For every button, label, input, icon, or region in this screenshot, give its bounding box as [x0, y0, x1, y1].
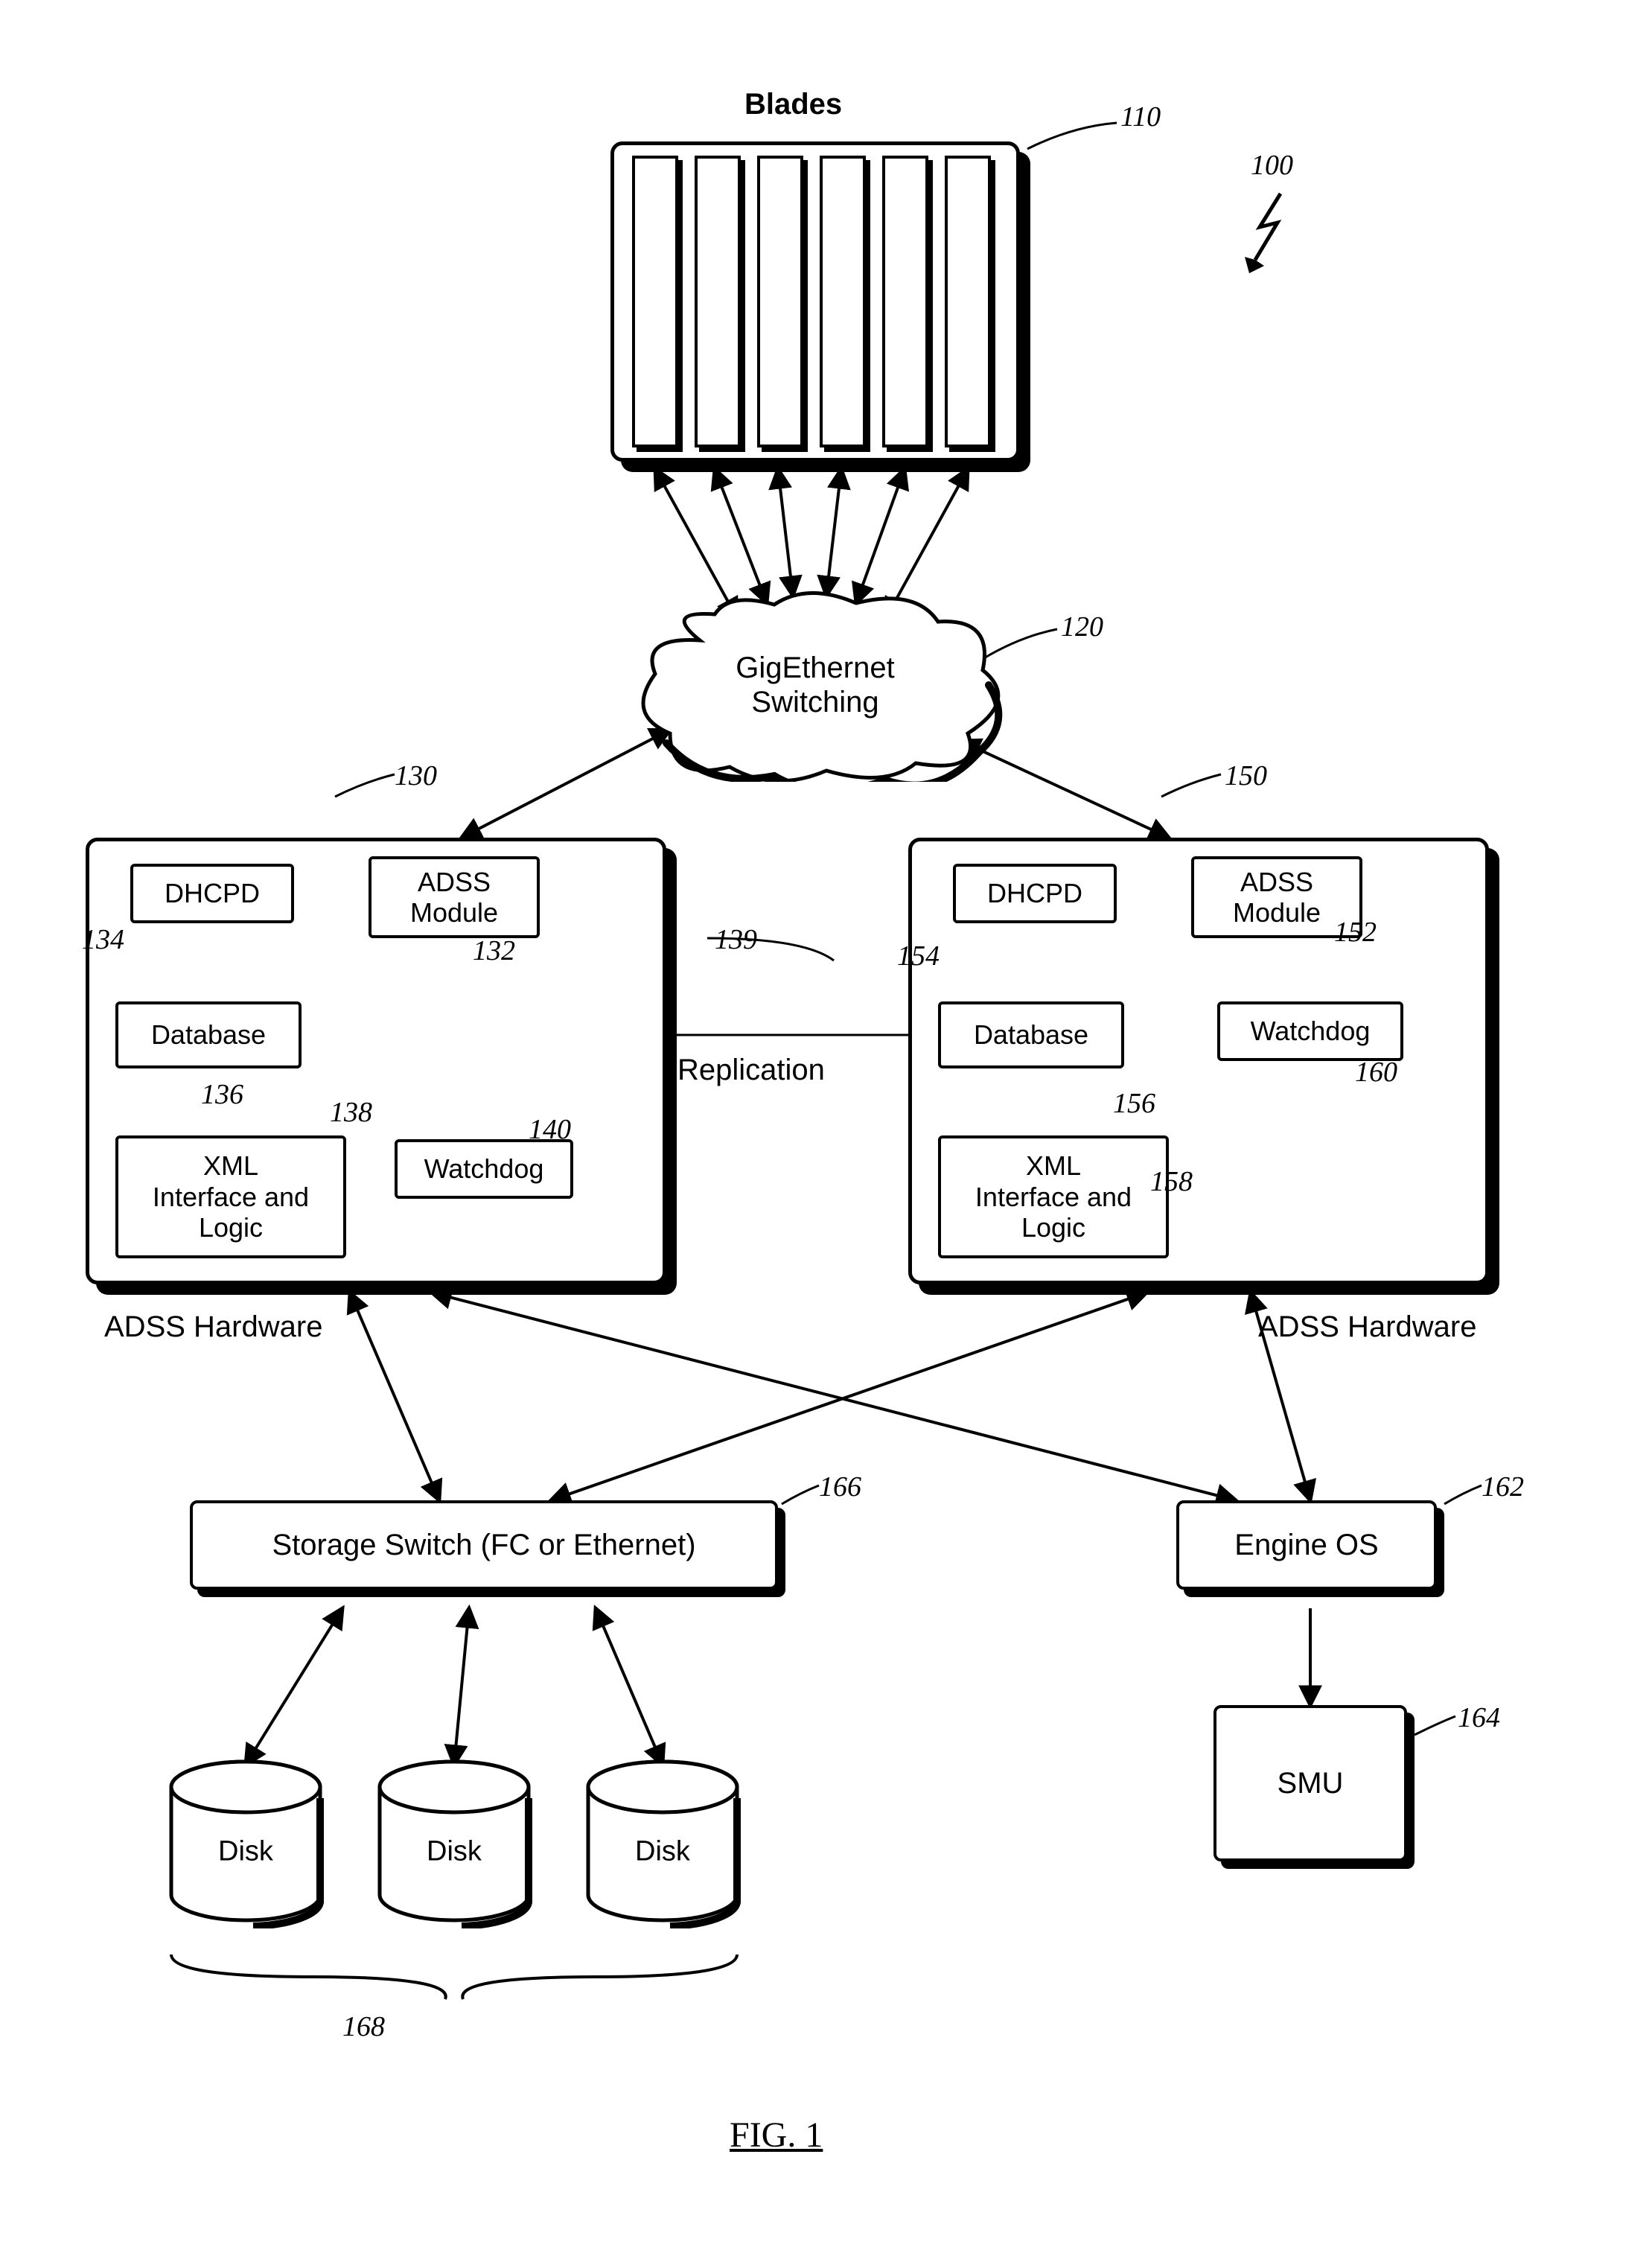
dhcpd-left: DHCPD: [130, 864, 294, 923]
engine-os: Engine OS: [1176, 1500, 1437, 1590]
diagram-canvas: Blades 110 100 GigEthernetSwitching 120 …: [30, 30, 1622, 2235]
ref-160: 160: [1355, 1056, 1397, 1089]
ref-150: 150: [1225, 759, 1267, 792]
xml-left: XMLInterface andLogic: [115, 1135, 346, 1258]
disks-brace: [164, 1947, 744, 2007]
adss-module-left: ADSSModule: [369, 856, 540, 938]
watchdog-right: Watchdog: [1217, 1001, 1403, 1061]
storage-switch: Storage Switch (FC or Ethernet): [190, 1500, 778, 1590]
smu: SMU: [1214, 1705, 1407, 1861]
ref-130: 130: [395, 759, 437, 792]
disk-label: Disk: [164, 1835, 328, 1867]
blade-slot: [882, 156, 928, 447]
disk-1: Disk: [164, 1757, 328, 1928]
adss-hw-right-label: ADSS Hardware: [1258, 1310, 1476, 1344]
cloud-label: GigEthernetSwitching: [736, 651, 894, 719]
figure-caption: FIG. 1: [730, 2115, 823, 2156]
ref-138: 138: [330, 1096, 372, 1129]
ref-158: 158: [1150, 1165, 1193, 1198]
ref-154: 154: [897, 940, 940, 972]
ref-134: 134: [82, 923, 124, 956]
disk-label: Disk: [581, 1835, 744, 1867]
ref-140: 140: [529, 1113, 571, 1146]
dhcpd-right: DHCPD: [953, 864, 1117, 923]
replication-label: Replication: [677, 1054, 825, 1087]
ref-164: 164: [1458, 1701, 1500, 1734]
watchdog-left: Watchdog: [395, 1139, 573, 1199]
ref-168: 168: [342, 2010, 385, 2043]
disk-3: Disk: [581, 1757, 744, 1928]
database-left: Database: [115, 1001, 302, 1068]
ref-139: 139: [715, 923, 757, 956]
blades-chassis: [610, 141, 1020, 462]
ref-100: 100: [1251, 149, 1293, 182]
blade-slot: [820, 156, 866, 447]
ref-132: 132: [473, 934, 515, 967]
ref-162: 162: [1482, 1471, 1524, 1503]
cloud-gige: GigEthernetSwitching: [618, 588, 1012, 782]
disk-2: Disk: [372, 1757, 536, 1928]
blade-slot: [695, 156, 741, 447]
ref-156: 156: [1113, 1087, 1155, 1120]
adss-hw-left-label: ADSS Hardware: [104, 1310, 322, 1344]
blade-slot: [945, 156, 991, 447]
blade-slot: [632, 156, 678, 447]
ref-120: 120: [1061, 611, 1103, 643]
blades-title: Blades: [744, 88, 842, 121]
database-right: Database: [938, 1001, 1124, 1068]
disk-label: Disk: [372, 1835, 536, 1867]
adss-hw-right: DHCPD ADSSModule Database Watchdog XMLIn…: [908, 838, 1489, 1284]
adss-hw-left: DHCPD ADSSModule Database XMLInterface a…: [86, 838, 666, 1284]
ref-166: 166: [819, 1471, 861, 1503]
ref-136: 136: [201, 1078, 243, 1111]
blade-slot: [757, 156, 803, 447]
ref-110: 110: [1120, 101, 1161, 133]
xml-right: XMLInterface andLogic: [938, 1135, 1169, 1258]
ref-152: 152: [1334, 916, 1377, 949]
